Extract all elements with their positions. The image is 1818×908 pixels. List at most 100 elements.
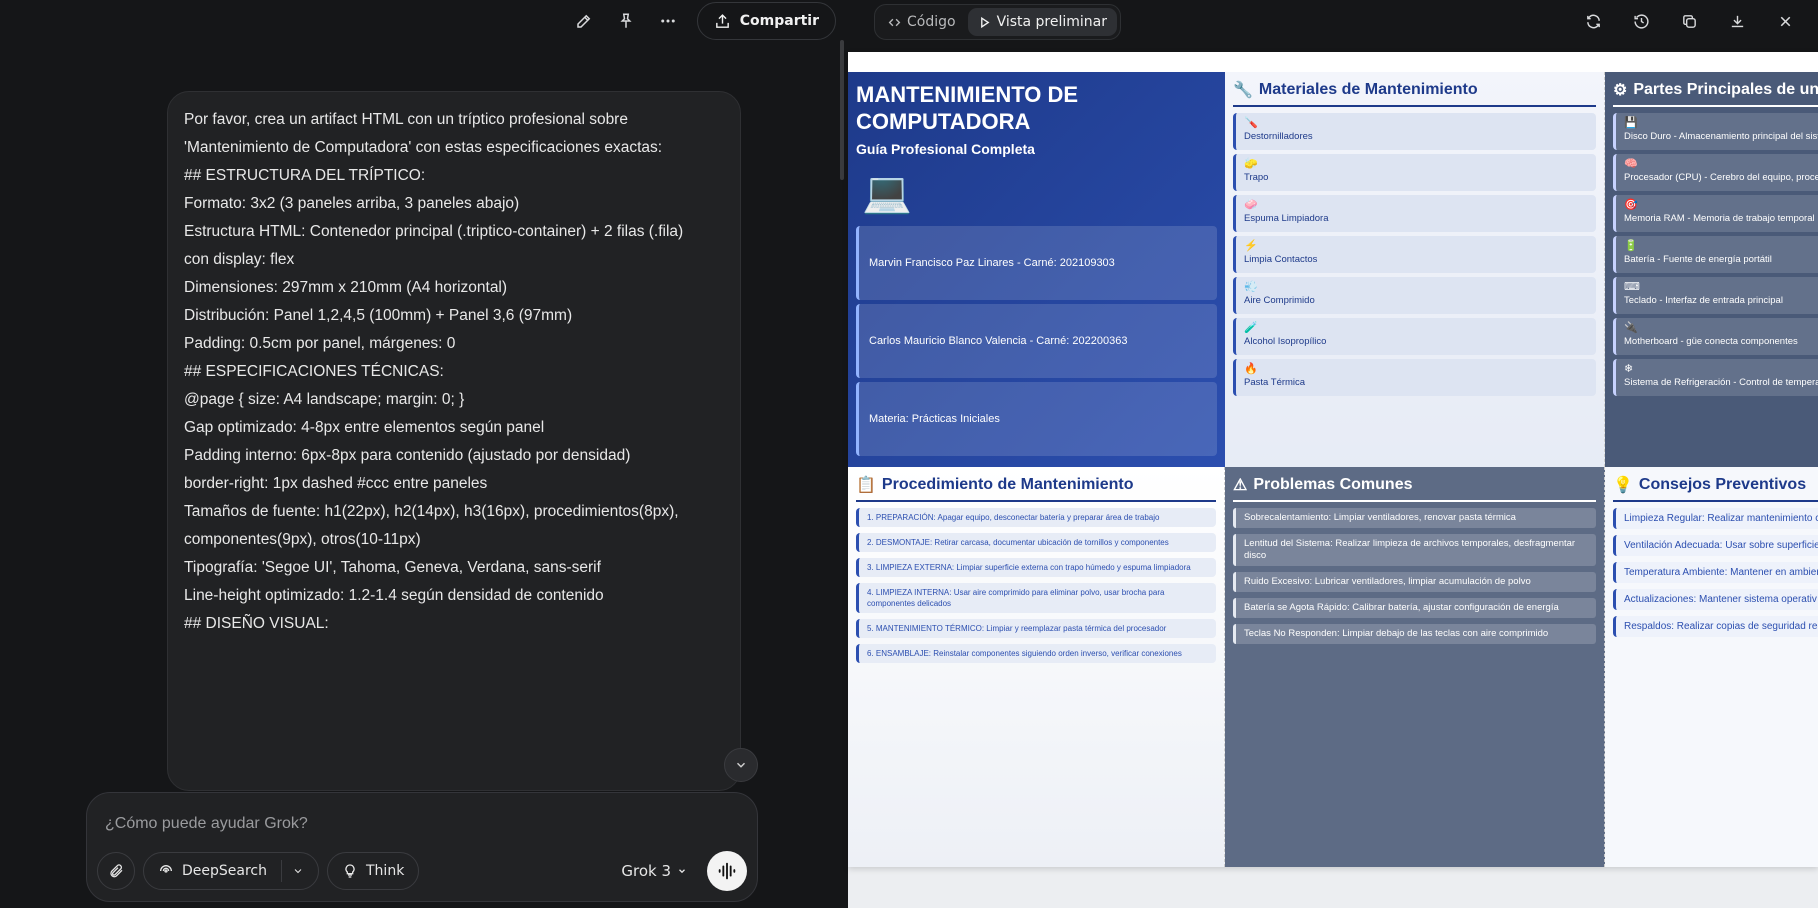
problems-heading: ⚠ Problemas Comunes	[1233, 475, 1596, 502]
info-card: Carlos Mauricio Blanco Valencia - Carné:…	[856, 304, 1217, 378]
material-item: 🧽 Trapo	[1233, 154, 1596, 191]
composer: ¿Cómo puede ayudar Grok? DeepSearch Thin…	[86, 792, 758, 902]
history-icon[interactable]	[1622, 8, 1660, 34]
material-item: 🧼 Espuma Limpiadora	[1233, 195, 1596, 232]
think-label: Think	[366, 863, 405, 879]
material-icon: 💨	[1244, 281, 1258, 293]
download-icon[interactable]	[1718, 8, 1756, 34]
part-item: 🎯 Memoria RAM - Memoria de trabajo tempor…	[1613, 195, 1818, 232]
material-label: Aire Comprimido	[1244, 295, 1315, 306]
chevron-down-icon[interactable]	[292, 865, 304, 877]
part-item: ⌨ Teclado - Interfaz de entrada principal	[1613, 277, 1818, 314]
message-line: Padding interno: 6px-8px para contenido …	[184, 447, 631, 464]
material-item: ⚡ Limpia Contactos	[1233, 236, 1596, 273]
lightbulb-icon	[345, 864, 355, 878]
material-label: Destornilladores	[1244, 131, 1313, 142]
message-line: Tamaños de fuente: h1(22px), h2(14px), h…	[184, 503, 679, 520]
problems-heading-text: Problemas Comunes	[1253, 476, 1413, 493]
refresh-icon[interactable]	[1574, 8, 1612, 34]
problem-item: Sobrecalentamiento: Limpiar ventiladores…	[1233, 508, 1596, 528]
warning-icon: ⚠	[1233, 477, 1248, 494]
app-window: Compartir Por favor, crea un artifact HT…	[0, 0, 1818, 908]
tips-heading: 💡 Consejos Preventivos	[1613, 475, 1818, 502]
procedure-heading-text: Procedimiento de Mantenimiento	[881, 476, 1134, 493]
procedure-heading: 📋 Procedimiento de Mantenimiento	[856, 475, 1216, 502]
chat-scrollbar[interactable]	[840, 40, 844, 180]
tip-item: Ventilación Adecuada: Usar sobre superfi…	[1613, 535, 1818, 556]
voice-mode-button[interactable]	[707, 851, 747, 891]
problem-item: Lentitud del Sistema: Realizar limpieza …	[1233, 534, 1596, 566]
part-label: Memoria RAM - Memoria de trabajo tempora…	[1624, 213, 1815, 224]
copy-icon[interactable]	[1670, 8, 1708, 34]
material-icon: 🔥	[1244, 363, 1258, 375]
user-message-text: Por favor, crea un artifact HTML con un …	[184, 106, 724, 638]
tab-preview-label: Vista preliminar	[996, 14, 1108, 30]
part-icon: ⌨	[1624, 281, 1640, 293]
chat-pane: Compartir Por favor, crea un artifact HT…	[0, 0, 846, 908]
message-line: ## ESPECIFICACIONES TÉCNICAS:	[184, 363, 444, 380]
material-label: Alcohol Isopropílico	[1244, 336, 1327, 347]
material-icon: 🪛	[1244, 117, 1258, 129]
message-line: Padding: 0.5cm por panel, márgenes: 0	[184, 335, 456, 352]
message-line: Por favor, crea un artifact HTML con un …	[184, 111, 628, 128]
share-button[interactable]: Compartir	[696, 2, 836, 40]
material-icon: 🧽	[1244, 158, 1258, 170]
share-label: Compartir	[739, 13, 819, 29]
tip-item: Temperatura Ambiente: Mantener en ambien…	[1613, 562, 1818, 583]
tab-preview[interactable]: Vista preliminar	[967, 8, 1118, 36]
problem-item: Teclas No Responden: Limpiar debajo de l…	[1233, 624, 1596, 644]
message-line: Distribución: Panel 1,2,4,5 (100mm) + Pa…	[184, 307, 573, 324]
scroll-down-button[interactable]	[724, 748, 758, 782]
part-icon: ❄	[1624, 363, 1634, 375]
gear-icon: ⚙	[1613, 82, 1628, 99]
materials-heading: 🔧 Materiales de Mantenimiento	[1233, 80, 1596, 107]
message-line: Line-height optimizado: 1.2-1.4 según de…	[184, 587, 604, 604]
wrench-icon: 🔧	[1233, 82, 1253, 99]
lightbulb-icon: 💡	[1613, 477, 1633, 494]
panel-parts: ⚙ Partes Principales de una 💾 Disco Duro …	[1605, 72, 1818, 487]
panel-problems: ⚠ Problemas Comunes Sobrecalentamiento: …	[1225, 467, 1605, 867]
part-item: 💾 Disco Duro - Almacenamiento principal d…	[1613, 113, 1818, 150]
attach-button[interactable]	[97, 852, 135, 890]
tab-code[interactable]: Código	[878, 8, 966, 36]
deepsearch-icon	[160, 865, 172, 873]
message-line: Tipografía: 'Segoe UI', Tahoma, Geneva, …	[184, 559, 601, 576]
panel-procedure: 📋 Procedimiento de Mantenimiento 1. PREP…	[848, 467, 1225, 867]
material-icon: ⚡	[1244, 240, 1258, 252]
tip-item: Limpieza Regular: Realizar mantenimiento…	[1613, 508, 1818, 529]
materials-heading-text: Materiales de Mantenimiento	[1258, 81, 1478, 98]
tab-code-label: Código	[907, 14, 956, 30]
part-label: Teclado - Interfaz de entrada principal	[1624, 295, 1783, 306]
model-selector[interactable]: Grok 3	[621, 862, 687, 880]
composer-toolbar: DeepSearch Think Grok 3	[97, 851, 747, 891]
procedure-list: 1. PREPARACIÓN: Apagar equipo, desconect…	[856, 508, 1216, 663]
problem-item: Batería se Agota Rápido: Calibrar baterí…	[1233, 598, 1596, 618]
message-line: @page { size: A4 landscape; margin: 0; }	[184, 391, 465, 408]
material-icon: 🧼	[1244, 199, 1258, 211]
artifact-preview-pane: Código Vista preliminar MANTENIMIENTO DE…	[848, 0, 1818, 908]
more-options-icon[interactable]	[649, 4, 687, 38]
info-card: Materia: Prácticas Iniciales	[856, 382, 1217, 456]
material-item: 🪛 Destornilladores	[1233, 113, 1596, 150]
message-line: Gap optimizado: 4-8px entre elementos se…	[184, 419, 545, 436]
material-label: Espuma Limpiadora	[1244, 213, 1329, 224]
materials-list: 🪛 Destornilladores 🧽 Trapo 🧼 Espuma Limpiador…	[1233, 113, 1596, 396]
preview-actions	[1574, 8, 1804, 34]
panel-materials: 🔧 Materiales de Mantenimiento 🪛 Destornil…	[1225, 72, 1605, 487]
chat-toolbar: Compartir	[565, 2, 836, 40]
material-icon: 🧪	[1244, 322, 1258, 334]
message-line: ## ESTRUCTURA DEL TRÍPTICO:	[184, 167, 426, 184]
part-label: Procesador (CPU) - Cerebro del equipo, p…	[1624, 172, 1818, 183]
pin-icon[interactable]	[607, 4, 645, 38]
part-item: 🔌 Motherboard - güe conecta componentes	[1613, 318, 1818, 355]
material-item: 💨 Aire Comprimido	[1233, 277, 1596, 314]
deepsearch-button[interactable]: DeepSearch	[143, 852, 319, 890]
prompt-input[interactable]: ¿Cómo puede ayudar Grok?	[105, 815, 308, 833]
code-icon	[888, 18, 901, 26]
edit-icon[interactable]	[565, 4, 603, 38]
message-line: Estructura HTML: Contenedor principal (.…	[184, 223, 684, 240]
message-line: ## DISEÑO VISUAL:	[184, 615, 329, 632]
think-button[interactable]: Think	[327, 852, 420, 890]
close-icon[interactable]	[1766, 8, 1804, 34]
brochure-title: MANTENIMIENTO DE COMPUTADORA	[856, 82, 1079, 134]
